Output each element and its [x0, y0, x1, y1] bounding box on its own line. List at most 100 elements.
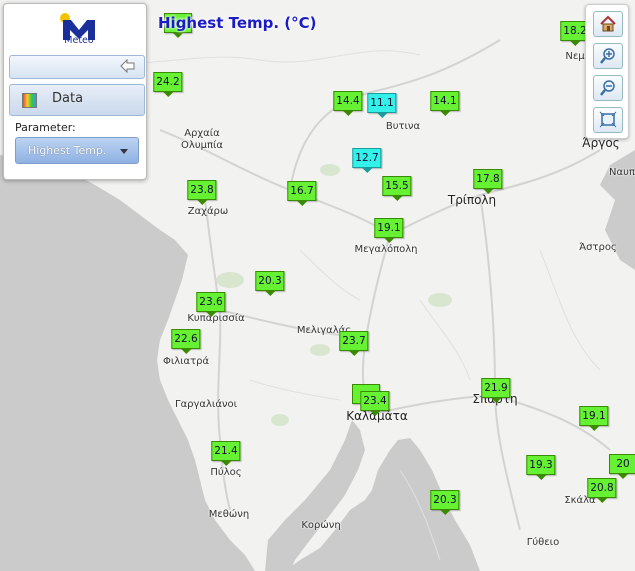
temperature-marker[interactable]: 23.7: [339, 331, 369, 356]
home-button[interactable]: [593, 11, 623, 37]
marker-pointer: [162, 92, 173, 97]
temperature-marker[interactable]: 11.1: [367, 93, 397, 118]
chevron-down-icon: [120, 149, 128, 154]
marker-value: 19.1: [374, 218, 404, 238]
parameter-select[interactable]: Highest Temp.: [15, 137, 139, 164]
marker-value: 23.4: [360, 391, 390, 411]
temperature-marker[interactable]: 23.8: [187, 180, 217, 205]
marker-pointer: [482, 189, 493, 194]
temperature-marker[interactable]: 16.7: [287, 181, 317, 206]
temperature-marker[interactable]: 20: [609, 454, 635, 479]
marker-pointer: [196, 200, 207, 205]
marker-pointer: [173, 33, 183, 38]
marker-pointer: [391, 196, 402, 201]
marker-pointer: [180, 349, 191, 354]
palette-icon: [22, 93, 37, 108]
marker-value: 17.8: [473, 169, 503, 189]
temperature-marker[interactable]: 19.1: [579, 406, 609, 431]
marker-pointer: [569, 41, 580, 46]
place-label: Γύθειο: [526, 537, 560, 548]
place-label-line: Ολυμπία: [181, 140, 223, 151]
marker-value: 24.2: [153, 72, 183, 92]
place-label: Τρίπολη: [447, 193, 497, 207]
temperature-marker[interactable]: 19.3: [526, 455, 556, 480]
home-icon: [600, 15, 616, 32]
marker-value: 14.4: [333, 91, 363, 111]
marker-pointer: [535, 475, 546, 480]
temperature-marker[interactable]: 22.6: [171, 329, 201, 354]
place-label: Μεγαλόπολη: [354, 244, 418, 255]
marker-pointer: [296, 201, 307, 206]
place-label: Άστρος: [579, 242, 617, 253]
temperature-marker[interactable]: 20.3: [430, 490, 460, 515]
marker-value: 19.1: [579, 406, 609, 426]
place-label: Βυτινα: [385, 121, 421, 132]
marker-value: 20.8: [587, 478, 617, 498]
zoom-in-button[interactable]: [593, 43, 623, 69]
marker-value: 16.7: [287, 181, 317, 201]
marker-value: 14.1: [430, 91, 460, 111]
marker-value: 21.9: [481, 378, 511, 398]
place-label: Ναυπ: [609, 167, 635, 178]
temperature-marker[interactable]: 23.4: [360, 391, 390, 416]
marker-pointer: [348, 351, 359, 356]
marker-value: 20: [609, 454, 635, 474]
place-label: Γαργαλιάνοι: [174, 399, 238, 410]
marker-pointer: [264, 291, 275, 296]
temperature-marker[interactable]: 19.1: [374, 218, 404, 243]
temperature-marker[interactable]: 12.7: [352, 148, 382, 173]
place-label: Κορώνη: [301, 520, 341, 531]
zoom-in-icon: [600, 48, 615, 64]
temperature-marker[interactable]: 17.8: [473, 169, 503, 194]
place-label: Φιλιατρά: [162, 356, 210, 367]
marker-value: 21.4: [211, 441, 241, 461]
temperature-marker[interactable]: 15.5: [382, 176, 412, 201]
place-label: Μεθώνη: [208, 509, 250, 520]
marker-pointer: [361, 168, 372, 173]
temperature-marker[interactable]: 20.8: [587, 478, 617, 503]
temperature-marker[interactable]: 21.4: [211, 441, 241, 466]
marker-value: 11.1: [367, 93, 397, 113]
marker-pointer: [439, 510, 450, 515]
marker-pointer: [205, 312, 216, 317]
place-label: Αρχαία Ολυμπία: [181, 128, 223, 152]
temperature-marker[interactable]: 23.6: [196, 292, 226, 317]
temperature-marker[interactable]: 21.9: [481, 378, 511, 403]
zoom-out-icon: [600, 80, 615, 96]
marker-pointer: [588, 426, 599, 431]
data-tab[interactable]: Data: [9, 84, 145, 116]
collapse-panel-button[interactable]: [9, 55, 145, 79]
marker-pointer: [376, 113, 387, 118]
marker-value: 12.7: [352, 148, 382, 168]
marker-pointer: [342, 111, 353, 116]
place-label: Ζαχάρω: [187, 206, 229, 217]
marker-pointer: [596, 498, 607, 503]
temperature-marker[interactable]: 14.1: [430, 91, 460, 116]
marker-pointer: [220, 461, 231, 466]
data-tab-label: Data: [52, 91, 84, 106]
temperature-marker[interactable]: 14.4: [333, 91, 363, 116]
marker-value: 20.3: [430, 490, 460, 510]
marker-value: 22.6: [171, 329, 201, 349]
temperature-marker[interactable]: 24.2: [153, 72, 183, 97]
map-title: Highest Temp. (°C): [158, 14, 317, 32]
marker-pointer: [383, 238, 394, 243]
logo-text: Meteo: [64, 35, 94, 46]
marker-value: 23.6: [196, 292, 226, 312]
marker-pointer: [369, 411, 380, 416]
marker-value: 19.3: [526, 455, 556, 475]
marker-value: 20.3: [255, 271, 285, 291]
marker-value: 15.5: [382, 176, 412, 196]
place-label: Νεμ: [565, 51, 585, 62]
map-navigation-controls: [585, 4, 629, 139]
temperature-marker[interactable]: 20.3: [255, 271, 285, 296]
zoom-extent-button[interactable]: [593, 107, 623, 133]
marker-value: 23.8: [187, 180, 217, 200]
marker-pointer: [439, 111, 450, 116]
place-label: Πύλος: [210, 467, 242, 478]
control-panel: Meteo Data Parameter: Highest Temp.: [3, 3, 147, 180]
zoom-out-button[interactable]: [593, 75, 623, 101]
parameter-label: Parameter:: [15, 121, 76, 134]
parameter-select-value: Highest Temp.: [28, 144, 107, 157]
marker-pointer: [490, 398, 501, 403]
